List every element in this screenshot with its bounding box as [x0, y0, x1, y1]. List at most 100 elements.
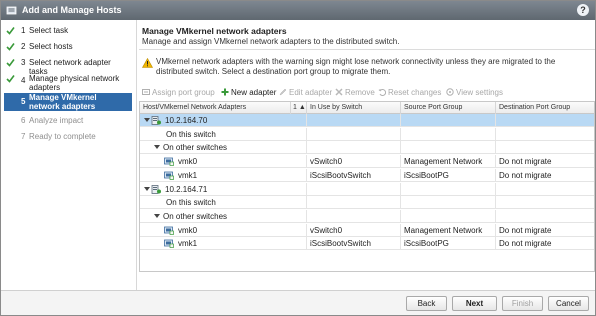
step-manage-physical-adapters[interactable]: 4 Manage physical network adapters [4, 74, 132, 94]
undo-icon [378, 89, 386, 96]
remove-icon [335, 88, 343, 96]
col-in-use-by-switch[interactable]: In Use by Switch [307, 102, 401, 114]
destination-port-group [496, 114, 594, 127]
step-analyze-impact[interactable]: 6 Analyze impact [4, 116, 132, 127]
in-use-by-switch: vSwitch0 [307, 155, 401, 169]
grid-header: Host/VMkernel Network Adapters 1 ▲ In Us… [140, 102, 594, 114]
in-use-by-switch: iScsiBootvSwitch [307, 168, 401, 182]
vmkernel-adapter-icon [164, 157, 174, 166]
source-port-group [401, 141, 496, 155]
adapter-name: 10.2.164.70 [162, 114, 307, 127]
source-port-group [401, 114, 496, 127]
expand-toggle[interactable] [144, 186, 150, 191]
host-icon [151, 184, 161, 194]
back-button[interactable]: Back [406, 296, 447, 311]
destination-port-group [496, 196, 594, 209]
destination-port-group [496, 210, 594, 223]
destination-port-group[interactable]: Do not migrate [496, 169, 594, 182]
step-number: 7 [21, 132, 26, 141]
col-host-adapters[interactable]: Host/VMkernel Network Adapters [140, 102, 291, 114]
next-button[interactable]: Next [452, 296, 497, 311]
col-source-port-group[interactable]: Source Port Group [401, 102, 496, 114]
reset-changes-label: Reset changes [388, 88, 442, 97]
vmkernel-adapter-icon [164, 226, 174, 235]
step-number: 3 [21, 58, 26, 67]
in-use-by-switch: iScsiBootvSwitch [307, 237, 401, 251]
check-icon [6, 75, 15, 83]
destination-port-group[interactable]: Do not migrate [496, 224, 594, 237]
adapter-name: vmk1 [175, 237, 307, 251]
step-select-task[interactable]: 1 Select task [4, 26, 132, 37]
reset-changes-button[interactable]: Reset changes [378, 88, 441, 99]
step-number: 1 [21, 26, 26, 35]
adapter-name: vmk0 [175, 223, 307, 237]
step-number: 5 [21, 97, 26, 106]
edit-adapter-button[interactable]: Edit adapter [279, 88, 332, 99]
window-title: Add and Manage Hosts [22, 5, 122, 15]
adapter-row[interactable]: vmk0 vSwitch0 Management Network Do not mig… [140, 155, 594, 169]
check-icon [6, 59, 15, 67]
assign-port-group-button[interactable]: Assign port group [142, 88, 215, 99]
col-destination-port-group[interactable]: Destination Port Group [496, 102, 594, 114]
check-icon [6, 27, 15, 35]
warning-message: VMkernel network adapters with the warni… [139, 56, 595, 80]
destination-port-group[interactable]: Do not migrate [496, 155, 594, 168]
group-row[interactable]: On other switches [140, 141, 594, 155]
host-icon [151, 116, 161, 125]
view-settings-icon [446, 88, 454, 96]
page-subtitle: Manage and assign VMkernel network adapt… [142, 37, 400, 46]
source-port-group: Management Network [401, 223, 496, 237]
group-row[interactable]: On this switch [140, 127, 594, 141]
assign-port-group-icon [142, 89, 150, 95]
source-port-group [401, 127, 496, 141]
remove-button[interactable]: Remove [335, 88, 375, 99]
adapter-row[interactable]: vmk0 vSwitch0 Management Network Do not mig… [140, 223, 594, 237]
new-adapter-button[interactable]: New adapter [221, 88, 276, 99]
finish-button[interactable]: Finish [502, 296, 543, 311]
plus-icon [221, 88, 229, 96]
warning-icon [142, 58, 153, 68]
wizard-footer: Back Next Finish Cancel [1, 290, 595, 315]
destination-port-group[interactable]: Do not migrate [496, 237, 594, 250]
source-port-group: iScsiBootPG [401, 237, 496, 251]
adapter-name: On other switches [160, 141, 307, 155]
host-row[interactable]: 10.2.164.70 [140, 114, 594, 127]
source-port-group [401, 196, 496, 210]
step-select-adapter-tasks[interactable]: 3 Select network adapter tasks [4, 58, 132, 76]
grid-toolbar: Assign port group New adapter Edit adapt… [139, 86, 595, 100]
step-label: Ready to complete [29, 132, 96, 141]
in-use-by-switch: vSwitch0 [307, 223, 401, 237]
group-row[interactable]: On other switches [140, 209, 594, 223]
remove-label: Remove [345, 88, 375, 97]
adapter-row[interactable]: vmk1 iScsiBootvSwitch iScsiBootPG Do not mi… [140, 168, 594, 182]
step-label: Analyze impact [29, 116, 84, 125]
page-title: Manage VMkernel network adapters [142, 26, 287, 36]
group-row[interactable]: On this switch [140, 196, 594, 210]
help-button[interactable]: ? [577, 4, 589, 16]
vmkernel-adapter-icon [164, 239, 174, 249]
step-ready-to-complete[interactable]: 7 Ready to complete [4, 132, 132, 143]
source-port-group: iScsiBootPG [401, 168, 496, 182]
in-use-by-switch [307, 182, 401, 196]
warning-text: VMkernel network adapters with the warni… [156, 57, 556, 76]
pencil-icon [279, 88, 287, 96]
vmkernel-adapters-grid: Host/VMkernel Network Adapters 1 ▲ In Us… [139, 101, 595, 272]
col-sort-indicator[interactable]: 1 ▲ [291, 102, 307, 114]
expand-toggle[interactable] [144, 118, 150, 122]
step-select-hosts[interactable]: 2 Select hosts [4, 42, 132, 53]
check-icon [6, 43, 15, 51]
step-label: Manage physical network adapters [29, 74, 120, 92]
adapter-row[interactable]: vmk1 iScsiBootvSwitch iScsiBootPG Do not mi… [140, 237, 594, 251]
cancel-button[interactable]: Cancel [548, 296, 589, 311]
adapter-name: On other switches [160, 209, 307, 223]
content-pane: Manage VMkernel network adapters Manage … [139, 20, 595, 290]
adapter-name: vmk0 [175, 155, 307, 169]
host-row[interactable]: 10.2.164.71 [140, 182, 594, 196]
source-port-group [401, 209, 496, 223]
source-port-group [401, 182, 496, 196]
in-use-by-switch [307, 196, 401, 210]
view-settings-button[interactable]: View settings [446, 88, 503, 99]
step-label: Select task [29, 26, 69, 35]
step-manage-vmkernel-adapters[interactable]: 5 Manage VMkernel network adapters [4, 93, 132, 111]
edit-adapter-label: Edit adapter [289, 88, 333, 97]
